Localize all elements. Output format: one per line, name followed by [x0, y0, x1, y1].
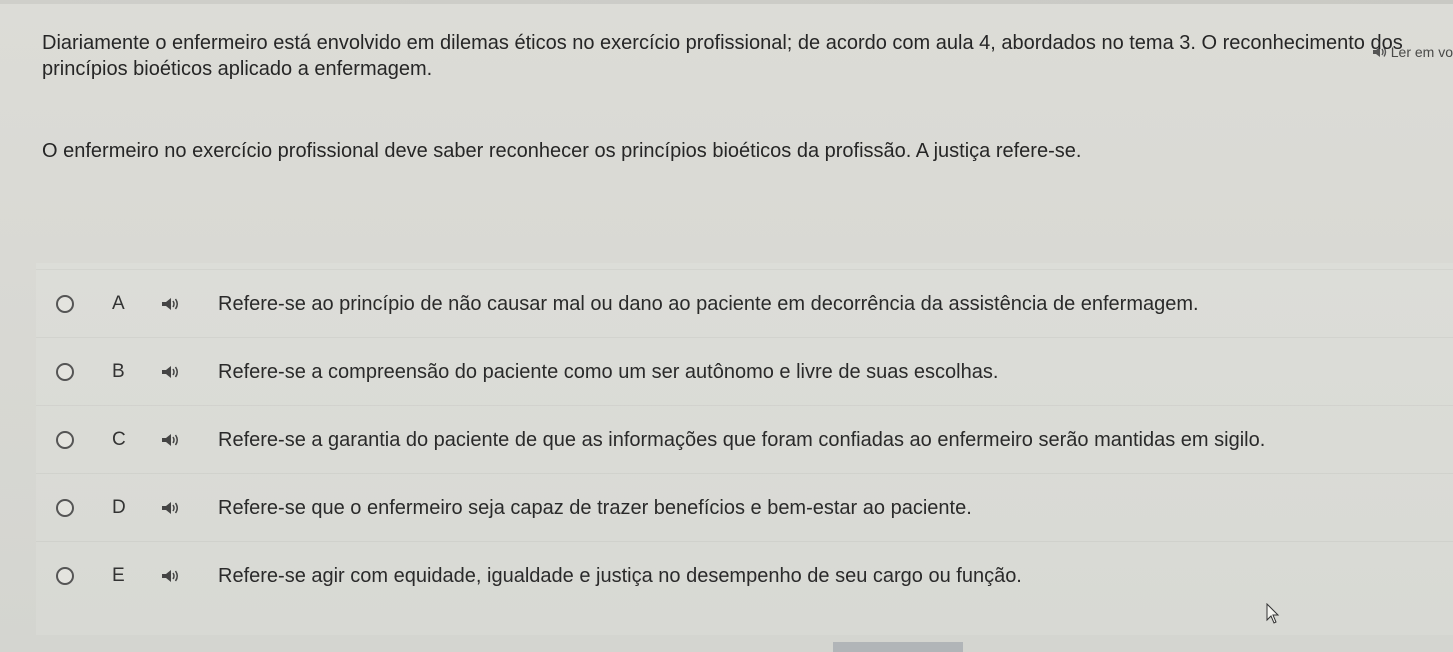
option-b[interactable]: B Refere-se a compreensão do paciente co… — [36, 337, 1453, 406]
mouse-cursor-icon — [1266, 602, 1280, 625]
top-divider — [0, 0, 1453, 4]
option-text: Refere-se ao princípio de não causar mal… — [218, 292, 1199, 315]
radio-button[interactable] — [56, 431, 74, 449]
option-text: Refere-se agir com equidade, igualdade e… — [218, 564, 1022, 587]
option-letter: E — [112, 565, 125, 586]
option-e[interactable]: E Refere-se agir com equidade, igualdade… — [36, 541, 1453, 610]
option-a[interactable]: A Refere-se ao princípio de não causar m… — [36, 269, 1453, 338]
question-text: Diariamente o enfermeiro está envolvido … — [42, 32, 1403, 80]
option-c[interactable]: C Refere-se a garantia do paciente de qu… — [36, 405, 1453, 474]
radio-button[interactable] — [56, 567, 74, 585]
option-text: Refere-se que o enfermeiro seja capaz de… — [218, 496, 972, 519]
option-letter: A — [112, 293, 125, 314]
speaker-icon[interactable] — [162, 569, 180, 583]
option-letter: C — [112, 429, 126, 450]
radio-button[interactable] — [56, 363, 74, 381]
option-text: Refere-se a garantia do paciente de que … — [218, 428, 1266, 451]
question-statement: O enfermeiro no exercício profissional d… — [42, 140, 1082, 162]
speaker-icon[interactable] — [162, 365, 180, 379]
option-text: Refere-se a compreensão do paciente como… — [218, 360, 999, 383]
speaker-icon[interactable] — [162, 433, 180, 447]
radio-button[interactable] — [56, 295, 74, 313]
option-letter: B — [112, 361, 125, 382]
bottom-edge — [833, 642, 963, 652]
radio-button[interactable] — [56, 499, 74, 517]
speaker-icon[interactable] — [162, 501, 180, 515]
speaker-icon[interactable] — [162, 297, 180, 311]
option-letter: D — [112, 497, 126, 518]
options-list: A Refere-se ao princípio de não causar m… — [36, 263, 1453, 635]
option-d[interactable]: D Refere-se que o enfermeiro seja capaz … — [36, 473, 1453, 542]
